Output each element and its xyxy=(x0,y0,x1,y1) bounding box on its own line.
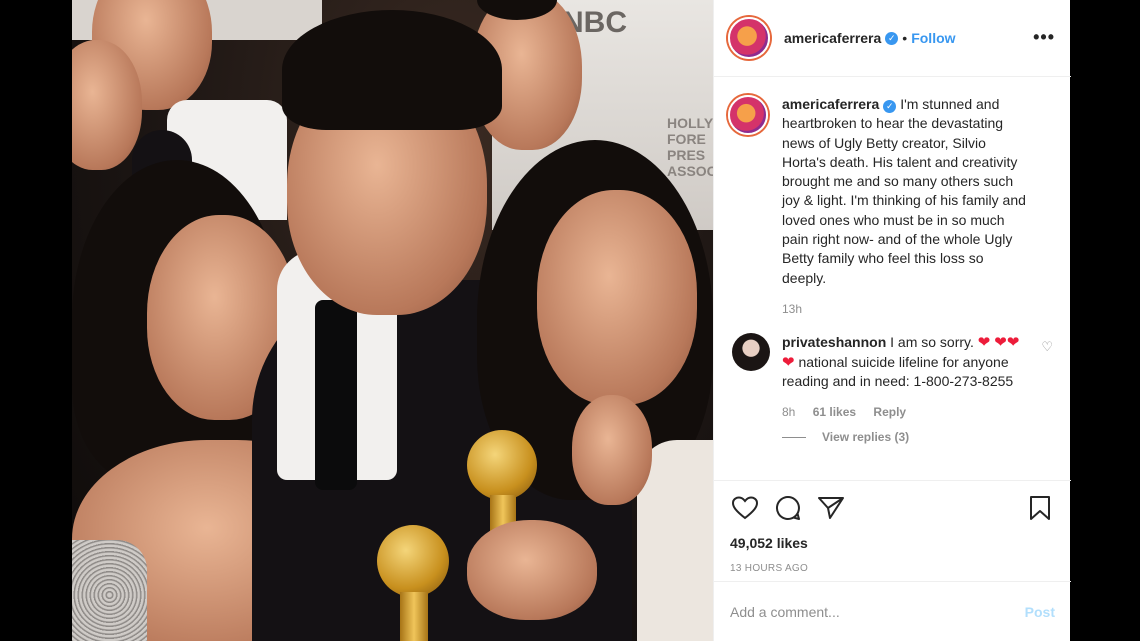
add-comment-bar: Post xyxy=(714,581,1071,641)
separator-dot: • xyxy=(902,30,908,46)
caption: americaferrera ✓ I'm stunned and heartbro… xyxy=(728,95,1055,319)
comment-bubble-icon[interactable] xyxy=(773,493,803,523)
replies-divider xyxy=(782,436,806,438)
header-username[interactable]: americaferrera xyxy=(784,30,881,46)
comment-time[interactable]: 8h xyxy=(782,405,795,419)
verified-badge-icon: ✓ xyxy=(885,31,899,45)
dress-sequin xyxy=(72,540,147,641)
more-options-icon[interactable]: ••• xyxy=(1033,27,1055,48)
view-replies-button[interactable]: View replies (3) xyxy=(782,430,1055,444)
follow-button[interactable]: Follow xyxy=(911,30,955,46)
comment-likes[interactable]: 61 likes xyxy=(813,405,856,419)
comment-username[interactable]: privateshannon xyxy=(782,334,886,350)
post-button[interactable]: Post xyxy=(1025,604,1055,620)
comment-text-after: national suicide lifeline for anyone rea… xyxy=(782,353,1014,389)
likes-count[interactable]: 49,052 likes xyxy=(730,535,1055,551)
comments-section[interactable]: americaferrera ✓ I'm stunned and heartbro… xyxy=(714,77,1071,480)
post-header: americaferrera ✓ • Follow ••• xyxy=(714,0,1071,77)
caption-time[interactable]: 13h xyxy=(782,302,802,316)
view-replies-label[interactable]: View replies (3) xyxy=(822,430,909,444)
comment: privateshannon I am so sorry. ❤ ❤❤❤ nati… xyxy=(728,333,1055,422)
golden-globe-trophy xyxy=(377,525,449,597)
reply-button[interactable]: Reply xyxy=(873,405,906,419)
post-timestamp[interactable]: 13 HOURS AGO xyxy=(730,563,1055,574)
comment-text-before: I am so sorry. xyxy=(890,334,974,351)
post-side-panel: americaferrera ✓ • Follow ••• americafer… xyxy=(713,0,1071,641)
caption-text: I'm stunned and heartbroken to hear the … xyxy=(782,96,1026,286)
caption-body: americaferrera ✓ I'm stunned and heartbro… xyxy=(782,95,1027,319)
post-actions: 49,052 likes 13 HOURS AGO xyxy=(714,480,1071,574)
like-comment-heart-icon[interactable]: ♡ xyxy=(1041,339,1053,355)
hfpa-logo-text: HOLLY FORE PRES ASSOC xyxy=(667,115,713,179)
man-hair xyxy=(282,10,502,130)
woman-hand-right xyxy=(572,395,652,505)
avatar[interactable] xyxy=(732,333,770,372)
heart-emoji: ❤ xyxy=(977,334,991,352)
golden-globe-stem xyxy=(400,592,428,641)
like-heart-icon[interactable] xyxy=(730,493,760,523)
avatar[interactable] xyxy=(728,95,768,135)
action-icons xyxy=(730,493,1055,523)
share-send-icon[interactable] xyxy=(816,493,846,523)
post-photo[interactable]: NBC HOLLY FORE PRES ASSOC xyxy=(72,0,713,641)
caption-meta: 13h xyxy=(782,300,1027,319)
add-comment-input[interactable] xyxy=(730,603,1025,620)
verified-badge-icon: ✓ xyxy=(883,100,897,113)
comment-meta: 8h 61 likes Reply xyxy=(782,403,1027,422)
instagram-post-frame: NBC HOLLY FORE PRES ASSOC americaferrera… xyxy=(72,0,1071,641)
bookmark-save-icon[interactable] xyxy=(1025,493,1055,523)
avatar[interactable] xyxy=(728,17,770,59)
woman-face-right xyxy=(537,190,697,405)
golden-globe-trophy xyxy=(467,430,537,500)
comment-body: privateshannon I am so sorry. ❤ ❤❤❤ nati… xyxy=(782,333,1027,422)
caption-username[interactable]: americaferrera xyxy=(782,96,879,112)
man-hand xyxy=(467,520,597,620)
man-tie xyxy=(315,300,357,490)
